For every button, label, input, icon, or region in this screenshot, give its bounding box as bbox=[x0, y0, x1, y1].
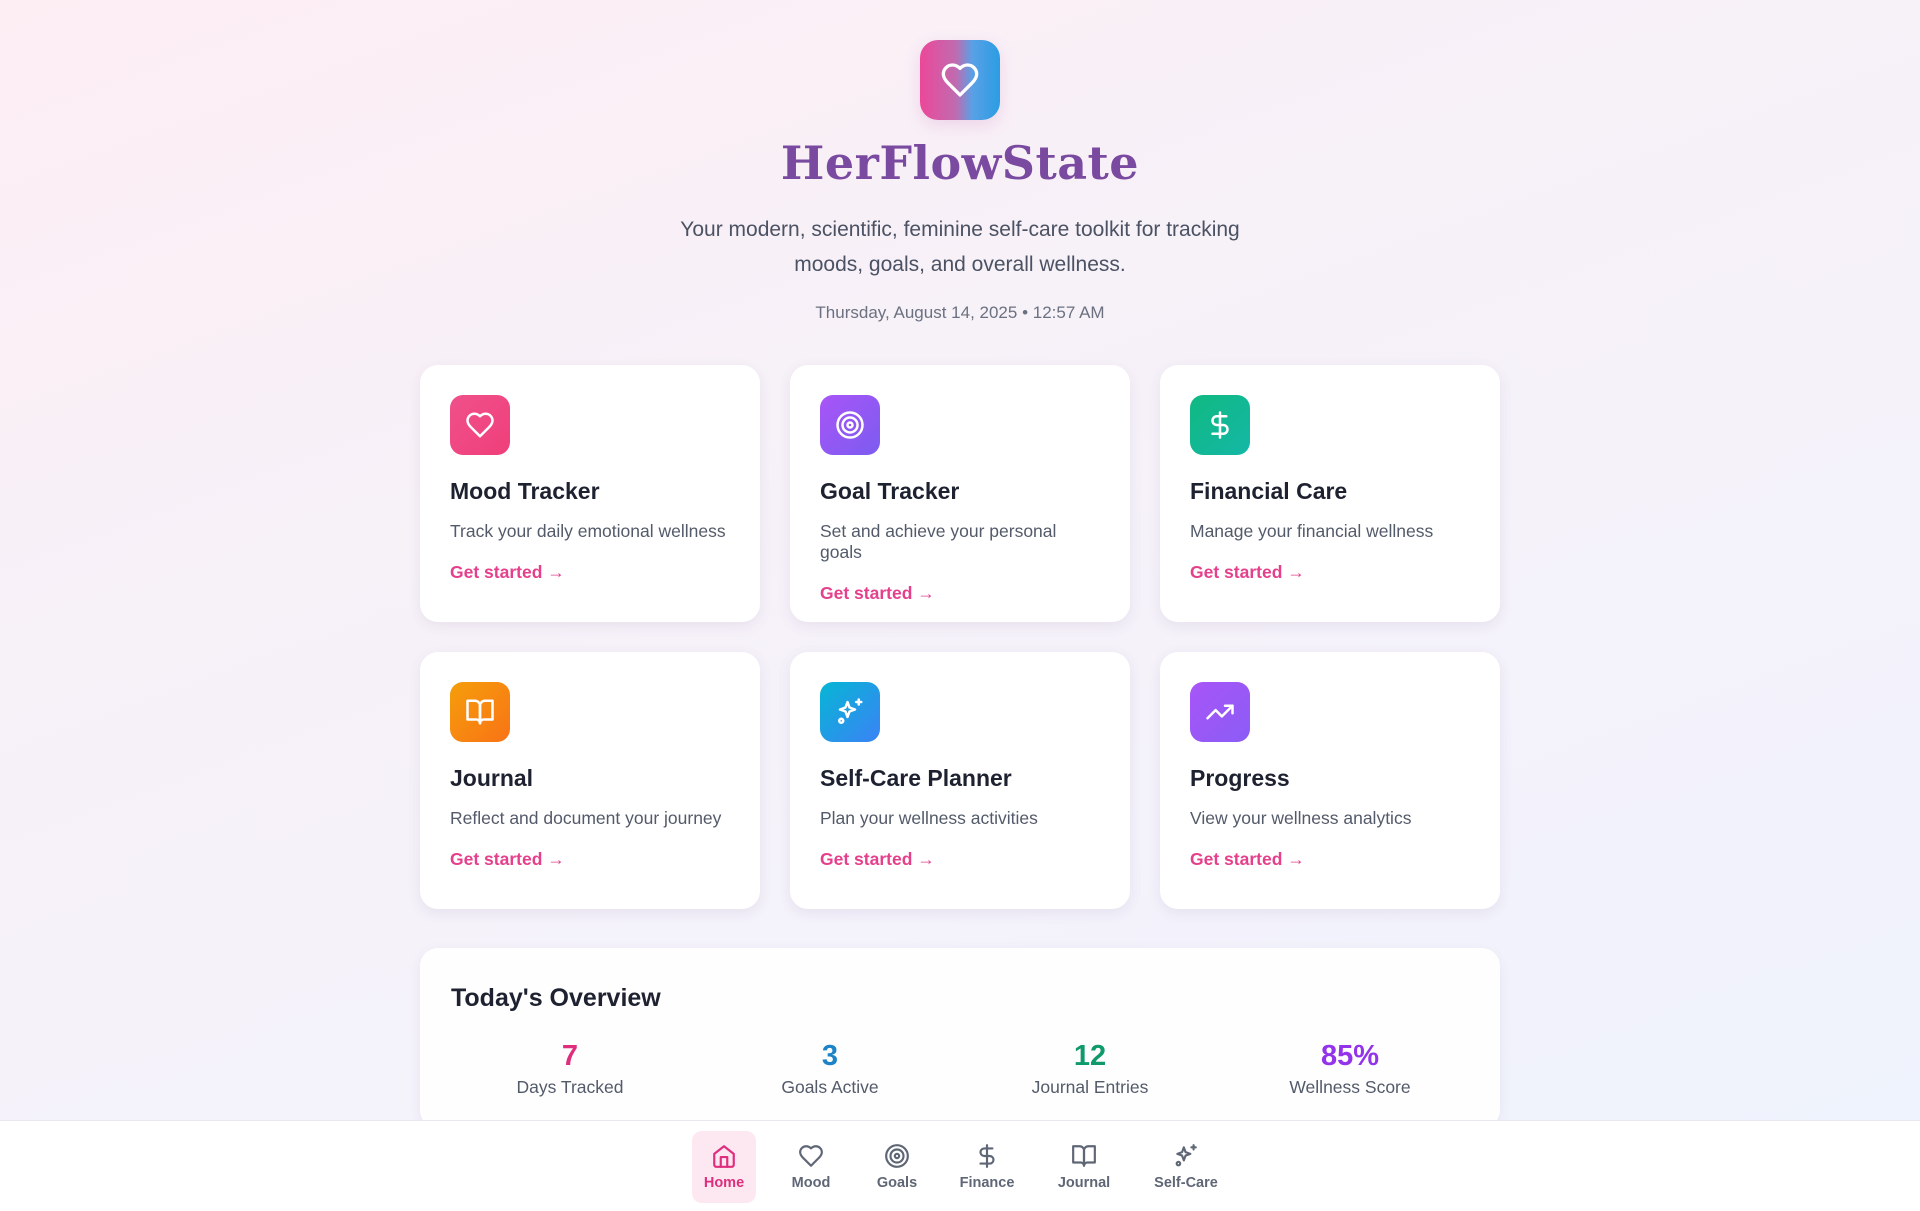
nav-item-goals[interactable]: Goals bbox=[866, 1131, 928, 1203]
card-title: Journal bbox=[450, 765, 534, 791]
card-title: Financial Care bbox=[1190, 478, 1348, 504]
sparkles-icon bbox=[835, 697, 865, 727]
book-icon bbox=[1071, 1143, 1097, 1169]
nav-label: Goals bbox=[876, 1175, 918, 1191]
heart-icon bbox=[798, 1143, 824, 1169]
card-title: Self-Care Planner bbox=[820, 765, 1012, 791]
card-self-care-planner[interactable]: Self-Care Planner Plan your wellness act… bbox=[790, 652, 1130, 909]
card-icon-tile bbox=[1190, 395, 1250, 455]
stat-value: 85% bbox=[1320, 1040, 1380, 1072]
nav-label: Journal bbox=[1057, 1175, 1111, 1191]
app-tagline: Your modern, scientific, feminine self-c… bbox=[680, 218, 1240, 276]
card-description: Track your daily emotional wellness bbox=[450, 521, 726, 541]
dollar-icon bbox=[974, 1143, 1000, 1169]
heart-icon bbox=[940, 60, 980, 100]
get-started-link[interactable]: Get started → bbox=[1190, 562, 1470, 583]
nav-label: Self-Care bbox=[1154, 1175, 1218, 1191]
app-logo bbox=[920, 40, 1000, 120]
stat-label: Goals Active bbox=[781, 1077, 879, 1097]
nav-label: Mood bbox=[791, 1175, 831, 1191]
card-icon-tile bbox=[820, 682, 880, 742]
card-description: View your wellness analytics bbox=[1190, 808, 1412, 828]
card-financial-care[interactable]: Financial Care Manage your financial wel… bbox=[1160, 365, 1500, 622]
overview-title: Today's Overview bbox=[451, 984, 661, 1012]
card-goal-tracker[interactable]: Goal Tracker Set and achieve your person… bbox=[790, 365, 1130, 622]
target-icon bbox=[884, 1143, 910, 1169]
stat-label: Days Tracked bbox=[516, 1077, 624, 1097]
stat-journal-entries: 12 Journal Entries bbox=[990, 1040, 1190, 1098]
todays-overview-panel: Today's Overview 7 Days Tracked 3 Goals … bbox=[420, 948, 1500, 1128]
current-datetime: Thursday, August 14, 2025 • 12:57 AM bbox=[815, 303, 1105, 322]
sparkles-icon bbox=[1173, 1143, 1199, 1169]
trending-up-icon bbox=[1205, 697, 1235, 727]
target-icon bbox=[835, 410, 865, 440]
card-title: Progress bbox=[1190, 765, 1290, 791]
book-icon bbox=[465, 697, 495, 727]
nav-item-self-care[interactable]: Self-Care bbox=[1146, 1131, 1226, 1203]
stat-days-tracked: 7 Days Tracked bbox=[470, 1040, 670, 1098]
card-journal[interactable]: Journal Reflect and document your journe… bbox=[420, 652, 760, 909]
nav-item-home[interactable]: Home bbox=[692, 1131, 756, 1203]
card-description: Plan your wellness activities bbox=[820, 808, 1038, 828]
card-description: Manage your financial wellness bbox=[1190, 521, 1434, 541]
stat-value: 3 bbox=[821, 1040, 839, 1072]
nav-item-journal[interactable]: Journal bbox=[1048, 1131, 1120, 1203]
card-progress[interactable]: Progress View your wellness analytics Ge… bbox=[1160, 652, 1500, 909]
stat-wellness-score: 85% Wellness Score bbox=[1250, 1040, 1450, 1098]
card-description: Reflect and document your journey bbox=[450, 808, 722, 828]
nav-item-mood[interactable]: Mood bbox=[780, 1131, 842, 1203]
card-title: Goal Tracker bbox=[820, 478, 960, 504]
nav-label: Finance bbox=[959, 1175, 1015, 1191]
get-started-link[interactable]: Get started → bbox=[820, 849, 1100, 870]
nav-item-finance[interactable]: Finance bbox=[952, 1131, 1022, 1203]
get-started-link[interactable]: Get started → bbox=[450, 562, 730, 583]
card-icon-tile bbox=[450, 395, 510, 455]
stat-value: 12 bbox=[1073, 1040, 1107, 1072]
get-started-link[interactable]: Get started → bbox=[820, 583, 1100, 604]
card-icon-tile bbox=[450, 682, 510, 742]
stat-value: 7 bbox=[561, 1040, 579, 1072]
app-title: HerFlowState bbox=[780, 136, 1140, 190]
nav-label: Home bbox=[703, 1175, 745, 1191]
card-icon-tile bbox=[820, 395, 880, 455]
card-description: Set and achieve your personal goals bbox=[820, 521, 1057, 562]
dollar-icon bbox=[1205, 410, 1235, 440]
stat-label: Journal Entries bbox=[1031, 1077, 1149, 1097]
home-icon bbox=[711, 1143, 737, 1169]
card-title: Mood Tracker bbox=[450, 478, 600, 504]
card-mood-tracker[interactable]: Mood Tracker Track your daily emotional … bbox=[420, 365, 760, 622]
bottom-navigation: Home Mood Goals Finance Journal Self-Car… bbox=[0, 1120, 1920, 1211]
stat-goals-active: 3 Goals Active bbox=[730, 1040, 930, 1098]
get-started-link[interactable]: Get started → bbox=[450, 849, 730, 870]
get-started-link[interactable]: Get started → bbox=[1190, 849, 1470, 870]
stat-label: Wellness Score bbox=[1289, 1077, 1411, 1097]
heart-icon bbox=[465, 410, 495, 440]
card-icon-tile bbox=[1190, 682, 1250, 742]
